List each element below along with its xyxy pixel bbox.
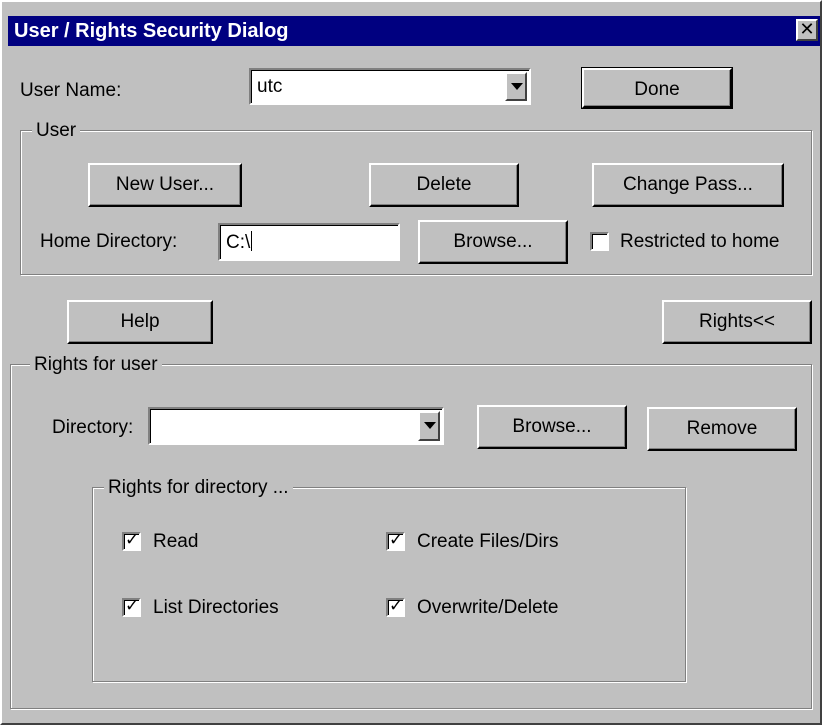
directory-browse-button-label: Browse...	[512, 416, 592, 437]
checkmark-icon: ✓	[125, 530, 140, 549]
title-bar[interactable]: User / Rights Security Dialog ✕	[8, 16, 820, 46]
directory-combobox[interactable]	[148, 407, 444, 445]
home-directory-label: Home Directory:	[40, 231, 178, 252]
directory-rights-legend: Rights for directory ...	[104, 477, 293, 499]
restricted-to-home-label[interactable]: Restricted to home	[620, 231, 779, 253]
delete-button[interactable]: Delete	[369, 163, 519, 207]
rights-group-legend: Rights for user	[30, 354, 162, 376]
new-user-button-label: New User...	[115, 174, 215, 195]
directory-label: Directory:	[52, 417, 134, 438]
home-directory-input[interactable]: C:\	[218, 223, 400, 261]
change-pass-button[interactable]: Change Pass...	[592, 163, 784, 207]
help-button[interactable]: Help	[67, 300, 213, 344]
home-directory-value: C:\	[226, 231, 253, 254]
checkmark-icon: ✓	[125, 596, 140, 615]
rights-toggle-button-label: Rights<<	[698, 311, 776, 332]
list-directories-checkbox[interactable]: ✓	[122, 596, 141, 617]
restricted-to-home-checkbox[interactable]	[590, 232, 609, 251]
security-dialog: User / Rights Security Dialog ✕ User Nam…	[0, 0, 822, 725]
user-name-dropdown-button[interactable]	[505, 72, 527, 101]
directory-browse-button[interactable]: Browse...	[477, 405, 627, 449]
user-name-combobox[interactable]: utc	[249, 68, 531, 105]
create-files-dirs-label[interactable]: Create Files/Dirs	[417, 531, 558, 553]
help-button-label: Help	[120, 311, 160, 332]
done-button[interactable]: Done	[581, 67, 733, 109]
read-label[interactable]: Read	[153, 531, 198, 553]
chevron-down-icon	[424, 422, 436, 429]
dialog-title: User / Rights Security Dialog	[14, 20, 289, 42]
user-group-legend: User	[32, 120, 81, 142]
create-files-dirs-checkbox[interactable]: ✓	[386, 530, 405, 551]
list-directories-label[interactable]: List Directories	[153, 597, 279, 619]
remove-button[interactable]: Remove	[647, 407, 797, 451]
directory-rights-group	[92, 487, 686, 682]
read-checkbox[interactable]: ✓	[122, 530, 141, 551]
close-button[interactable]: ✕	[796, 19, 818, 41]
remove-button-label: Remove	[686, 418, 758, 439]
done-button-label: Done	[634, 79, 680, 100]
chevron-down-icon	[511, 83, 523, 90]
new-user-button[interactable]: New User...	[88, 163, 242, 207]
checkmark-icon: ✓	[389, 596, 404, 615]
checkmark-icon: ✓	[389, 530, 404, 549]
user-name-label: User Name:	[20, 80, 122, 101]
close-icon: ✕	[799, 19, 815, 39]
rights-toggle-button[interactable]: Rights<<	[662, 300, 812, 344]
home-directory-text: C:\	[226, 232, 251, 253]
home-browse-button-label: Browse...	[453, 231, 533, 252]
user-name-value: utc	[257, 76, 283, 97]
directory-dropdown-button[interactable]	[418, 411, 440, 441]
text-cursor	[251, 231, 253, 251]
home-browse-button[interactable]: Browse...	[418, 220, 568, 264]
overwrite-delete-checkbox[interactable]: ✓	[386, 596, 405, 617]
overwrite-delete-label[interactable]: Overwrite/Delete	[417, 597, 559, 619]
change-pass-button-label: Change Pass...	[623, 174, 753, 195]
delete-button-label: Delete	[416, 174, 472, 195]
